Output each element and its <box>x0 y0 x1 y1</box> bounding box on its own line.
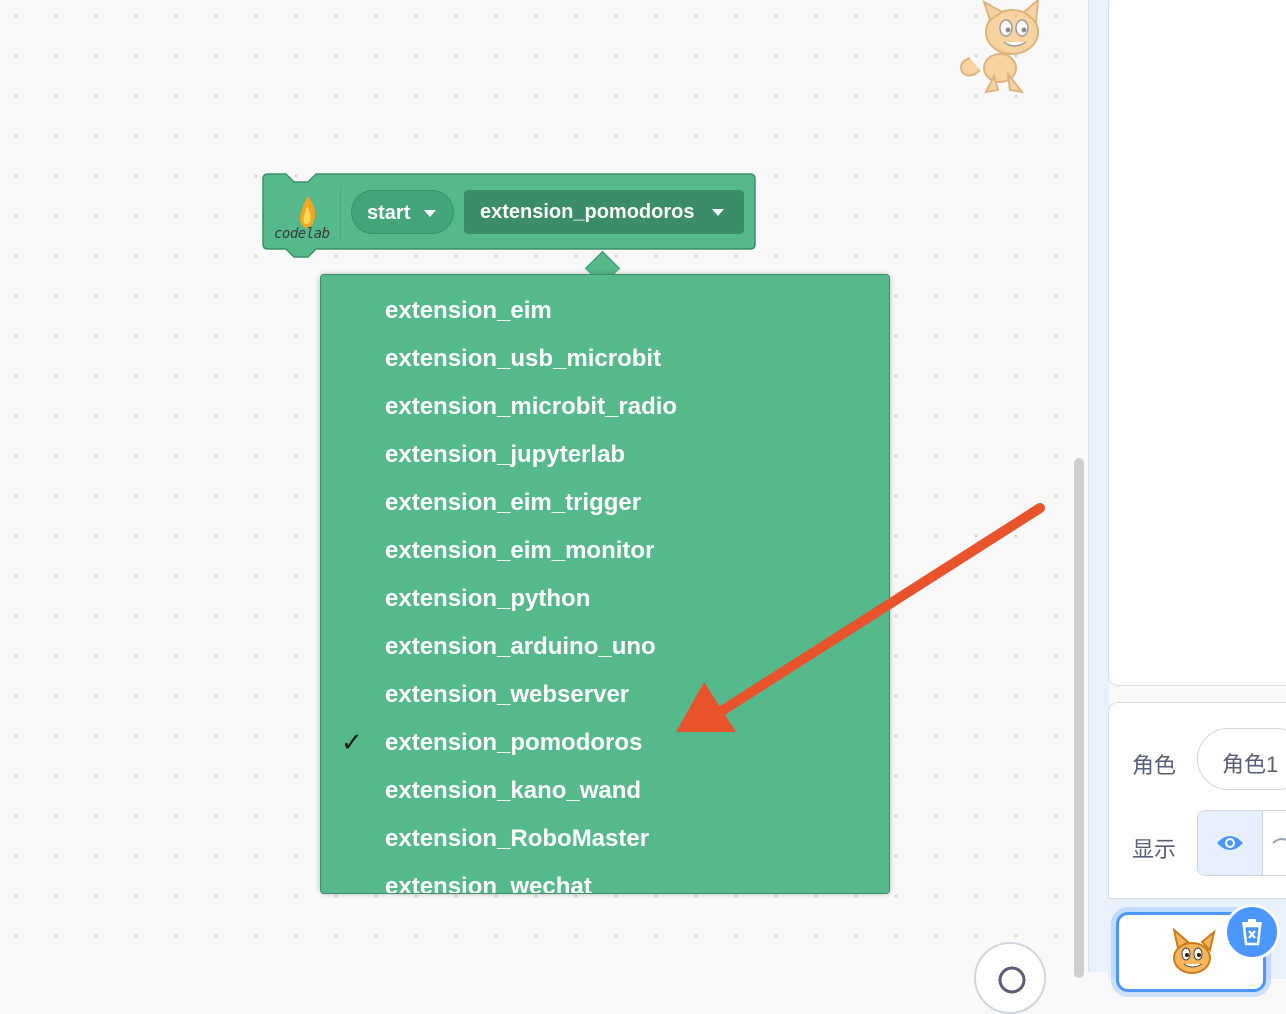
workspace-scrollbar-thumb[interactable] <box>1074 458 1084 978</box>
show-visible-button[interactable] <box>1198 811 1263 875</box>
menu-item-extension-kano-wand[interactable]: extension_kano_wand <box>321 765 889 813</box>
menu-item-extension-eim-trigger[interactable]: extension_eim_trigger <box>321 477 889 525</box>
menu-item-label: extension_wechat <box>385 873 592 894</box>
menu-item-extension-usb-microbit[interactable]: extension_usb_microbit <box>321 333 889 381</box>
panel-divider <box>1088 0 1109 972</box>
scratch-cat-sprite <box>960 0 1040 94</box>
menu-item-extension-arduino-uno[interactable]: extension_arduino_uno <box>321 621 889 669</box>
eye-slash-icon <box>1272 838 1286 844</box>
menu-item-label: extension_eim_monitor <box>385 537 655 564</box>
menu-item-label: extension_webserver <box>385 681 630 708</box>
start-dropdown-label: start <box>367 202 411 224</box>
show-label: 显示 <box>1132 837 1177 862</box>
trash-icon <box>1242 919 1262 946</box>
menu-item-label: extension_jupyterlab <box>385 441 626 468</box>
menu-item-label: extension_python <box>385 585 591 612</box>
chevron-down-icon <box>712 209 724 216</box>
menu-item-extension-eim[interactable]: extension_eim <box>321 285 889 333</box>
sprite-name-input[interactable]: 角色1 <box>1197 728 1286 790</box>
block-separator <box>340 186 341 240</box>
codelab-logo-text: codelab <box>274 226 330 242</box>
menu-item-label: extension_pomodoros <box>385 729 643 756</box>
delete-sprite-button[interactable] <box>1224 904 1280 960</box>
menu-item-label: extension_microbit_radio <box>385 393 678 420</box>
show-toggle-group <box>1197 810 1286 876</box>
menu-item-extension-wechat[interactable]: extension_wechat <box>321 861 889 894</box>
eye-icon <box>1217 836 1243 850</box>
stage-panel[interactable] <box>1108 0 1286 686</box>
zoom-button[interactable] <box>974 942 1046 1014</box>
extension-dropdown-label: extension_pomodoros <box>480 201 695 223</box>
show-hidden-button[interactable] <box>1264 811 1286 875</box>
menu-item-extension-webserver[interactable]: extension_webserver <box>321 669 889 717</box>
menu-item-label: extension_RoboMaster <box>385 825 650 852</box>
menu-item-extension-pomodoros[interactable]: ✓ extension_pomodoros <box>321 717 889 765</box>
extension-dropdown[interactable]: extension_pomodoros <box>464 190 744 234</box>
menu-item-extension-microbit-radio[interactable]: extension_microbit_radio <box>321 381 889 429</box>
menu-item-label: extension_eim_trigger <box>385 489 642 516</box>
menu-item-label: extension_eim <box>385 297 552 324</box>
zoom-icon <box>998 966 1026 994</box>
menu-item-label: extension_arduino_uno <box>385 633 656 660</box>
menu-item-label: extension_usb_microbit <box>385 345 662 372</box>
start-dropdown[interactable]: start <box>351 190 454 234</box>
chevron-down-icon <box>424 210 436 217</box>
scratch-cat-thumbnail <box>1172 928 1216 974</box>
menu-item-extension-robomaster[interactable]: extension_RoboMaster <box>321 813 889 861</box>
menu-item-extension-jupyterlab[interactable]: extension_jupyterlab <box>321 429 889 477</box>
extension-dropdown-menu[interactable]: extension_eim extension_usb_microbit ext… <box>320 274 890 894</box>
menu-item-extension-eim-monitor[interactable]: extension_eim_monitor <box>321 525 889 573</box>
menu-item-extension-python[interactable]: extension_python <box>321 573 889 621</box>
checkmark-icon: ✓ <box>341 727 363 757</box>
sprite-label: 角色 <box>1132 753 1177 778</box>
menu-item-label: extension_kano_wand <box>385 777 642 804</box>
